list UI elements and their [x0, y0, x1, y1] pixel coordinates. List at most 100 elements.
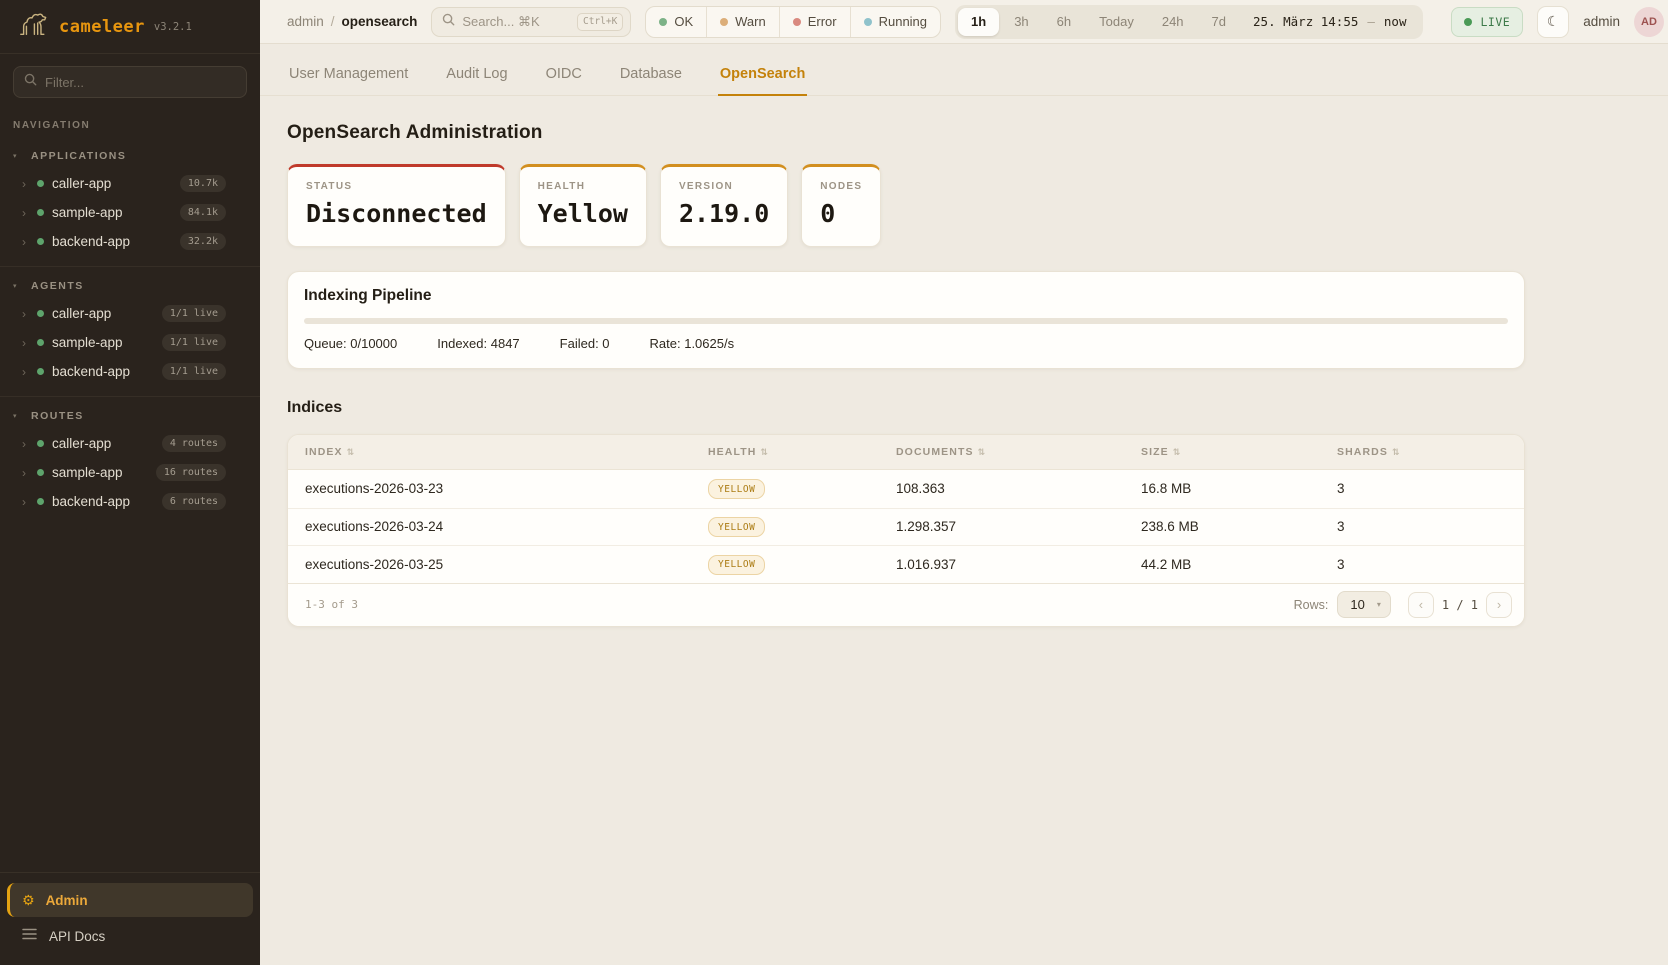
topbar: admin / opensearch Search... ⌘K Ctrl+K O… [260, 0, 1668, 44]
global-search-input[interactable]: Search... ⌘K Ctrl+K [431, 7, 631, 37]
sidebar-item-applications-sample-app[interactable]: › sample-app 84.1k [0, 198, 260, 227]
avatar[interactable]: AD [1634, 7, 1664, 37]
filter-chip-error[interactable]: Error [779, 7, 850, 37]
gear-icon: ⚙ [22, 892, 35, 909]
column-header-index[interactable]: INDEX⇅ [305, 446, 708, 458]
live-badge: 1/1 live [162, 334, 226, 351]
table-row: executions-2026-03-25 YELLOW 1.016.937 4… [288, 545, 1524, 583]
camel-logo-icon [16, 9, 50, 44]
next-page-button[interactable]: › [1486, 592, 1512, 618]
time-range-1h[interactable]: 1h [958, 8, 999, 36]
shards-count: 3 [1337, 481, 1524, 496]
chevron-right-icon: › [22, 366, 29, 378]
health-value: Yellow [538, 199, 628, 228]
routes-badge: 6 routes [162, 493, 226, 510]
sidebar-filter[interactable] [13, 66, 247, 98]
sort-icon: ⇅ [347, 447, 356, 458]
date-to: now [1384, 14, 1407, 29]
sidebar: cameleer v3.2.1 NAVIGATION ▾ APPLICATION… [0, 0, 260, 965]
breadcrumb-opensearch: opensearch [342, 14, 418, 29]
routes-badge: 16 routes [156, 464, 226, 481]
sidebar-item-routes-sample-app[interactable]: › sample-app 16 routes [0, 458, 260, 487]
column-header-documents[interactable]: DOCUMENTS⇅ [896, 446, 1141, 458]
filter-chip-running[interactable]: Running [850, 7, 940, 37]
health-card: HEALTH Yellow [519, 164, 647, 247]
breadcrumb: admin / opensearch [287, 14, 417, 29]
breadcrumb-admin[interactable]: admin [287, 14, 324, 29]
caret-down-icon: ▾ [13, 152, 21, 160]
caret-down-icon: ▾ [13, 282, 21, 290]
time-range-3h[interactable]: 3h [1001, 8, 1041, 36]
version-card: VERSION 2.19.0 [660, 164, 788, 247]
live-toggle[interactable]: LIVE [1451, 7, 1523, 37]
pipeline-progress-bar [304, 318, 1508, 324]
row-range-label: 1-3 of 3 [305, 598, 1294, 611]
time-range-today[interactable]: Today [1086, 8, 1147, 36]
live-badge: 1/1 live [162, 305, 226, 322]
user-name: admin [1583, 14, 1620, 29]
time-range-7d[interactable]: 7d [1199, 8, 1239, 36]
warn-dot-icon [720, 18, 728, 26]
sidebar-item-applications-caller-app[interactable]: › caller-app 10.7k [0, 169, 260, 198]
chevron-right-icon: › [22, 496, 29, 508]
indices-table: INDEX⇅ HEALTH⇅ DOCUMENTS⇅ SIZE⇅ SHARDS⇅ … [287, 434, 1525, 627]
section-header-routes[interactable]: ▾ ROUTES [0, 403, 260, 429]
documents-count: 1.298.357 [896, 519, 1141, 534]
pipeline-rate: Rate: 1.0625/s [650, 336, 735, 351]
sidebar-item-applications-backend-app[interactable]: › backend-app 32.2k [0, 227, 260, 256]
indexing-pipeline-card: Indexing Pipeline Queue: 0/10000 Indexed… [287, 271, 1525, 369]
table-row: executions-2026-03-23 YELLOW 108.363 16.… [288, 470, 1524, 508]
filter-input[interactable] [45, 75, 236, 90]
tab-oidc[interactable]: OIDC [544, 58, 584, 96]
column-header-size[interactable]: SIZE⇅ [1141, 446, 1337, 458]
date-range-display[interactable]: 25. März 14:55 — now [1241, 14, 1420, 29]
sidebar-item-agents-backend-app[interactable]: › backend-app 1/1 live [0, 357, 260, 386]
chevron-right-icon: › [22, 178, 29, 190]
sidebar-item-agents-sample-app[interactable]: › sample-app 1/1 live [0, 328, 260, 357]
chevron-right-icon: › [22, 467, 29, 479]
tab-opensearch[interactable]: OpenSearch [718, 58, 807, 96]
table-footer: 1-3 of 3 Rows: 10 ▾ ‹ 1 / 1 › [288, 583, 1524, 626]
sidebar-item-routes-backend-app[interactable]: › backend-app 6 routes [0, 487, 260, 516]
status-filter-group: OK Warn Error Running [645, 6, 941, 38]
admin-tabs: User Management Audit Log OIDC Database … [260, 58, 1668, 96]
chevron-left-icon: ‹ [1419, 597, 1423, 612]
pipeline-failed: Failed: 0 [560, 336, 610, 351]
documents-count: 108.363 [896, 481, 1141, 496]
column-header-health[interactable]: HEALTH⇅ [708, 446, 896, 458]
health-status-badge: YELLOW [708, 555, 765, 575]
chevron-right-icon: › [22, 207, 29, 219]
column-header-shards[interactable]: SHARDS⇅ [1337, 446, 1524, 458]
chevron-right-icon: › [1497, 597, 1501, 612]
opensearch-admin-panel: OpenSearch Administration STATUS Disconn… [260, 96, 1526, 627]
sidebar-item-agents-caller-app[interactable]: › caller-app 1/1 live [0, 299, 260, 328]
chevron-right-icon: › [22, 236, 29, 248]
filter-chip-ok[interactable]: OK [646, 7, 706, 37]
table-header-row: INDEX⇅ HEALTH⇅ DOCUMENTS⇅ SIZE⇅ SHARDS⇅ [288, 435, 1524, 470]
index-size: 44.2 MB [1141, 557, 1337, 572]
pipeline-indexed: Indexed: 4847 [437, 336, 519, 351]
time-range-24h[interactable]: 24h [1149, 8, 1197, 36]
status-card: STATUS Disconnected [287, 164, 506, 247]
tab-audit-log[interactable]: Audit Log [444, 58, 509, 96]
sort-icon: ⇅ [1173, 447, 1182, 458]
rows-per-page-select[interactable]: 10 ▾ [1337, 591, 1390, 618]
caret-down-icon: ▾ [13, 412, 21, 420]
prev-page-button[interactable]: ‹ [1408, 592, 1434, 618]
status-dot-green [37, 498, 44, 505]
sidebar-item-api-docs[interactable]: API Docs [7, 919, 253, 953]
filter-chip-warn[interactable]: Warn [706, 7, 779, 37]
section-agents: ▾ AGENTS › caller-app 1/1 live › sample-… [0, 266, 260, 396]
sort-icon: ⇅ [978, 447, 987, 458]
tab-database[interactable]: Database [618, 58, 684, 96]
status-dot-green [37, 310, 44, 317]
tab-user-management[interactable]: User Management [287, 58, 410, 96]
section-header-agents[interactable]: ▾ AGENTS [0, 273, 260, 299]
section-header-applications[interactable]: ▾ APPLICATIONS [0, 143, 260, 169]
app-logo: cameleer v3.2.1 [0, 0, 260, 54]
sidebar-item-admin[interactable]: ⚙ Admin [7, 883, 253, 917]
sidebar-item-routes-caller-app[interactable]: › caller-app 4 routes [0, 429, 260, 458]
theme-toggle-button[interactable]: ☾ [1537, 6, 1569, 38]
live-dot-icon [1464, 18, 1472, 26]
time-range-6h[interactable]: 6h [1044, 8, 1084, 36]
